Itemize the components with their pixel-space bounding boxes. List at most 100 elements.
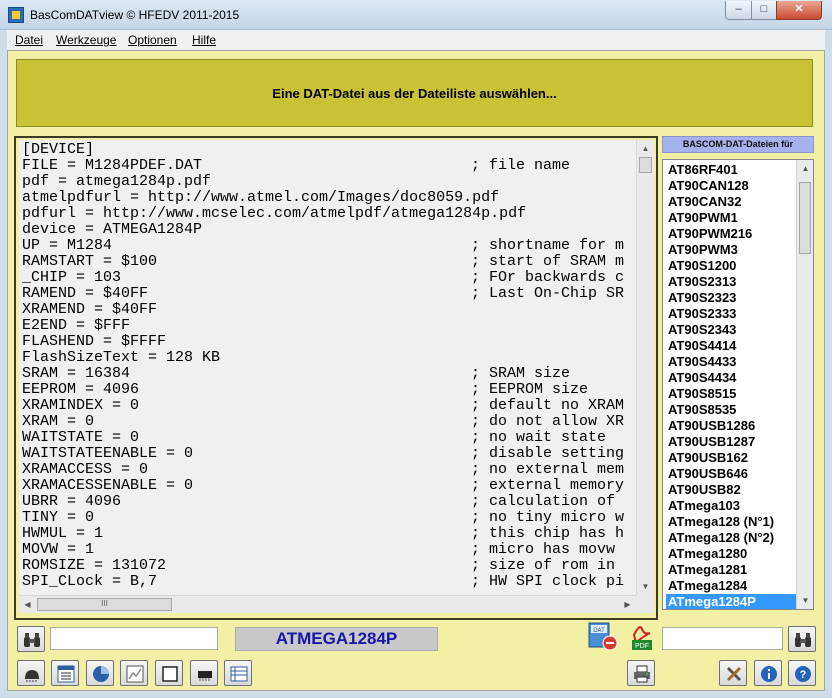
list-window-button[interactable] <box>51 660 79 686</box>
search-right-button[interactable] <box>788 626 816 652</box>
dat-line-text: FILE = M1284PDEF.DAT <box>22 157 203 174</box>
dat-line: pdfurl = http://www.mcselec.com/atmelpdf… <box>22 206 526 222</box>
dat-line-comment: ; HW SPI clock pi <box>471 573 625 590</box>
file-list-item[interactable]: ATmega1281 <box>666 562 797 578</box>
dat-vertical-scrollbar[interactable]: ▲ ▼ <box>636 140 654 595</box>
file-list-item[interactable]: AT90S4434 <box>666 370 797 386</box>
list-scroll-up-arrow-icon[interactable]: ▲ <box>797 160 814 177</box>
pie-chart-button[interactable] <box>86 660 114 686</box>
printer-icon <box>634 665 650 683</box>
blank-window-button[interactable] <box>155 660 183 686</box>
file-list-item[interactable]: ATmega1280 <box>666 546 797 562</box>
dat-remove-icon[interactable]: DAT <box>588 621 618 651</box>
dat-line: atmelpdfurl = http://www.atmel.com/Image… <box>22 190 499 206</box>
dat-line-text: FlashSizeText = 128 KB <box>22 349 221 366</box>
file-list-item[interactable]: AT90S8515 <box>666 386 797 402</box>
dat-line-text: UBRR = 4096 <box>22 493 122 510</box>
dat-line-comment: ; no tiny micro w <box>471 509 625 526</box>
dat-line-text: [DEVICE] <box>22 141 95 158</box>
file-list-item[interactable]: AT90S1200 <box>666 258 797 274</box>
menu-datei[interactable]: Datei <box>15 33 43 47</box>
dat-line-text: XRAMACESSENABLE = 0 <box>22 477 194 494</box>
pie-chart-icon <box>93 666 109 682</box>
dat-line-comment: ; FOr backwards c <box>471 269 625 286</box>
scroll-grip: III <box>101 599 108 608</box>
print-button[interactable] <box>627 660 655 686</box>
maximize-button[interactable]: □ <box>751 1 777 20</box>
search-left-button[interactable] <box>17 626 45 652</box>
menu-werkzeuge[interactable]: Werkzeuge <box>56 33 116 47</box>
dat-line: pdf = atmega1284p.pdf <box>22 174 211 190</box>
file-list-item[interactable]: AT90S2333 <box>666 306 797 322</box>
file-list-item[interactable]: AT90PWM1 <box>666 210 797 226</box>
file-list-item[interactable]: ATmega103 <box>666 498 797 514</box>
scroll-right-arrow-icon[interactable]: ▶ <box>619 596 636 613</box>
file-list-item[interactable]: ATmega128 (N°1) <box>666 514 797 530</box>
dat-line-text: WAITSTATEENABLE = 0 <box>22 445 194 462</box>
file-list-item[interactable]: ATmega1284 <box>666 578 797 594</box>
list-scroll-down-arrow-icon[interactable]: ▼ <box>797 592 814 609</box>
close-button[interactable]: ✕ <box>776 1 822 20</box>
dat-line: XRAMEND = $40FF <box>22 302 157 318</box>
pdf-icon[interactable]: PDF <box>628 621 656 651</box>
chart-window-button[interactable] <box>120 660 148 686</box>
dat-line-text: MOVW = 1 <box>22 541 95 558</box>
scroll-up-arrow-icon[interactable]: ▲ <box>637 140 654 157</box>
file-list-item[interactable]: AT90USB162 <box>666 450 797 466</box>
horizontal-scroll-thumb[interactable]: III <box>37 598 172 611</box>
dat-line-comment: ; start of SRAM m <box>471 253 625 270</box>
dat-line: RAMSTART = $100 ; start of SRAM m <box>22 253 624 270</box>
scroll-left-arrow-icon[interactable]: ◀ <box>19 596 36 613</box>
file-list-item[interactable]: AT90CAN32 <box>666 194 797 210</box>
search-input-left[interactable] <box>50 627 218 650</box>
title-bar[interactable]: BasComDATview © HFEDV 2011-2015 – □ ✕ <box>0 0 832 30</box>
dat-line-comment: ; calculation of <box>471 493 616 510</box>
dat-line-text: RAMSTART = $100 <box>22 253 158 270</box>
dat-line-text: RAMEND = $40FF <box>22 285 149 302</box>
file-list-item[interactable]: AT90S8535 <box>666 402 797 418</box>
file-list-scrollbar[interactable]: ▲ ▼ <box>796 160 813 609</box>
menu-hilfe[interactable]: Hilfe <box>192 33 216 47</box>
file-list-item[interactable]: AT90USB82 <box>666 482 797 498</box>
menu-optionen[interactable]: Optionen <box>128 33 177 47</box>
table-list-button[interactable] <box>224 660 252 686</box>
file-list-item[interactable]: AT90USB646 <box>666 466 797 482</box>
scroll-thumb[interactable] <box>639 157 652 173</box>
file-list-item[interactable]: AT86RF401 <box>666 162 797 178</box>
dat-line: RAMEND = $40FF ; Last On-Chip SR <box>22 285 624 302</box>
search-input-right[interactable] <box>662 627 783 650</box>
chip-button[interactable] <box>17 660 45 686</box>
file-list-item[interactable]: AT90S2313 <box>666 274 797 290</box>
list-scroll-thumb[interactable] <box>799 182 811 254</box>
dat-line-text: XRAMACCESS = 0 <box>22 461 149 478</box>
dat-line: EEPROM = 4096 ; EEPROM size <box>22 382 588 398</box>
minimize-button[interactable]: – <box>725 1 752 20</box>
dat-text-area[interactable]: [DEVICE] FILE = M1284PDEF.DAT ; file name p… <box>19 140 636 595</box>
dat-line: UBRR = 4096 ; calculation of <box>22 493 615 510</box>
file-list-item[interactable]: AT90S4414 <box>666 338 797 354</box>
file-list-item[interactable]: AT90S2343 <box>666 322 797 338</box>
dat-line-comment: ; external memory <box>471 477 625 494</box>
dat-line-text: ROMSIZE = 131072 <box>22 557 167 574</box>
file-list-item[interactable]: ATmega128 (N°2) <box>666 530 797 546</box>
chip-icon <box>25 670 39 682</box>
help-button[interactable]: ? <box>788 660 816 686</box>
file-list-item[interactable]: AT90USB1286 <box>666 418 797 434</box>
scroll-down-arrow-icon[interactable]: ▼ <box>637 578 654 595</box>
tools-button[interactable] <box>719 660 747 686</box>
file-list-item[interactable]: ATmega1284P <box>666 594 797 609</box>
file-list-item[interactable]: AT90CAN128 <box>666 178 797 194</box>
file-list-item[interactable]: AT90PWM3 <box>666 242 797 258</box>
dat-horizontal-scrollbar[interactable]: ◀ III ▶ <box>19 595 636 613</box>
instruction-banner: Eine DAT-Datei aus der Dateiliste auswäh… <box>16 59 813 127</box>
ic-package-button[interactable] <box>190 660 218 686</box>
file-list-item[interactable]: AT90S4433 <box>666 354 797 370</box>
file-list-item[interactable]: AT90USB1287 <box>666 434 797 450</box>
dat-line: XRAM = 0 ; do not allow XR <box>22 414 624 430</box>
dat-line-comment: ; do not allow XR <box>471 413 625 430</box>
file-list-item[interactable]: AT90PWM216 <box>666 226 797 242</box>
dat-file-list[interactable]: AT86RF401 AT90CAN128 AT90CAN32 AT90PWM1 AT90… <box>662 159 814 610</box>
file-list-header: BASCOM-DAT-Dateien für <box>662 136 814 153</box>
file-list-item[interactable]: AT90S2323 <box>666 290 797 306</box>
info-button[interactable] <box>754 660 782 686</box>
